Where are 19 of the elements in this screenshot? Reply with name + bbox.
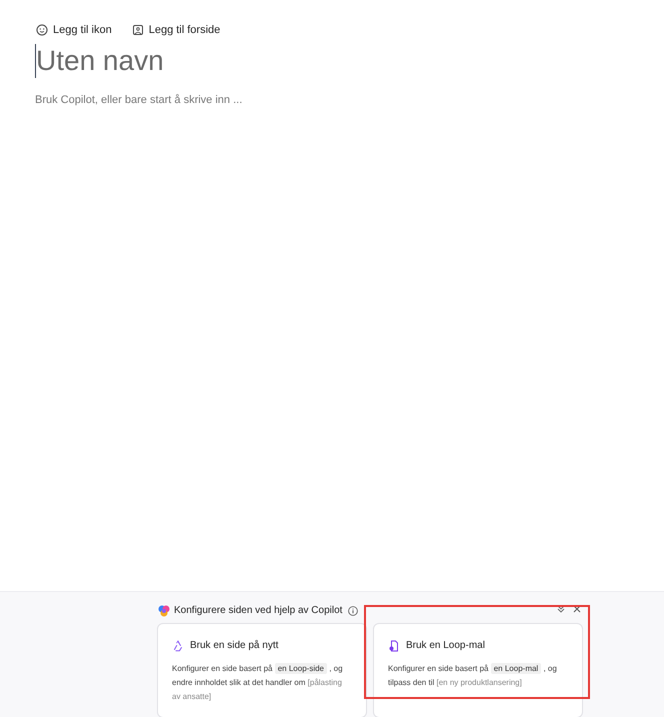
body-field[interactable]: Bruk Copilot, eller bare start å skrive inn ... — [35, 92, 435, 108]
smiley-icon — [36, 24, 48, 36]
collapse-icon[interactable] — [557, 605, 565, 613]
toolbar-button[interactable]: Legg til forside — [132, 22, 220, 38]
copilot-logo-icon — [158, 604, 170, 616]
title-field[interactable]: Uten navn — [36, 40, 436, 82]
toolbar-button[interactable]: Legg til ikon — [36, 22, 112, 38]
card-title: Bruk en Loop-mal — [406, 639, 485, 653]
card-description: Konfigurer en side basert på en Loop-side , og endre innholdet slik at det handler om [pålasting av ansatte] — [172, 662, 344, 703]
close-icon[interactable] — [573, 605, 581, 613]
suggestion-card[interactable]: Bruk en side på nytt Konfigurer en side basert på en Loop-side , og endre innholdet slik at det handler om [pålasting av ansatte] — [157, 623, 367, 717]
card-title: Bruk en side på nytt — [190, 639, 278, 653]
recycle-icon — [172, 640, 184, 652]
card-description: Konfigurer en side basert på en Loop-mal , og tilpass den til [en ny produktlansering] — [388, 662, 558, 689]
document-icon — [388, 640, 400, 652]
panel-heading: Konfigurere siden ved hjelp av Copilot — [174, 604, 342, 618]
suggestion-card[interactable]: Bruk en Loop-mal Konfigurer en side basert på en Loop-mal , og tilpass den til [en ny produktlansering] — [373, 623, 583, 717]
info-icon[interactable] — [348, 606, 358, 616]
image-icon — [132, 24, 144, 36]
